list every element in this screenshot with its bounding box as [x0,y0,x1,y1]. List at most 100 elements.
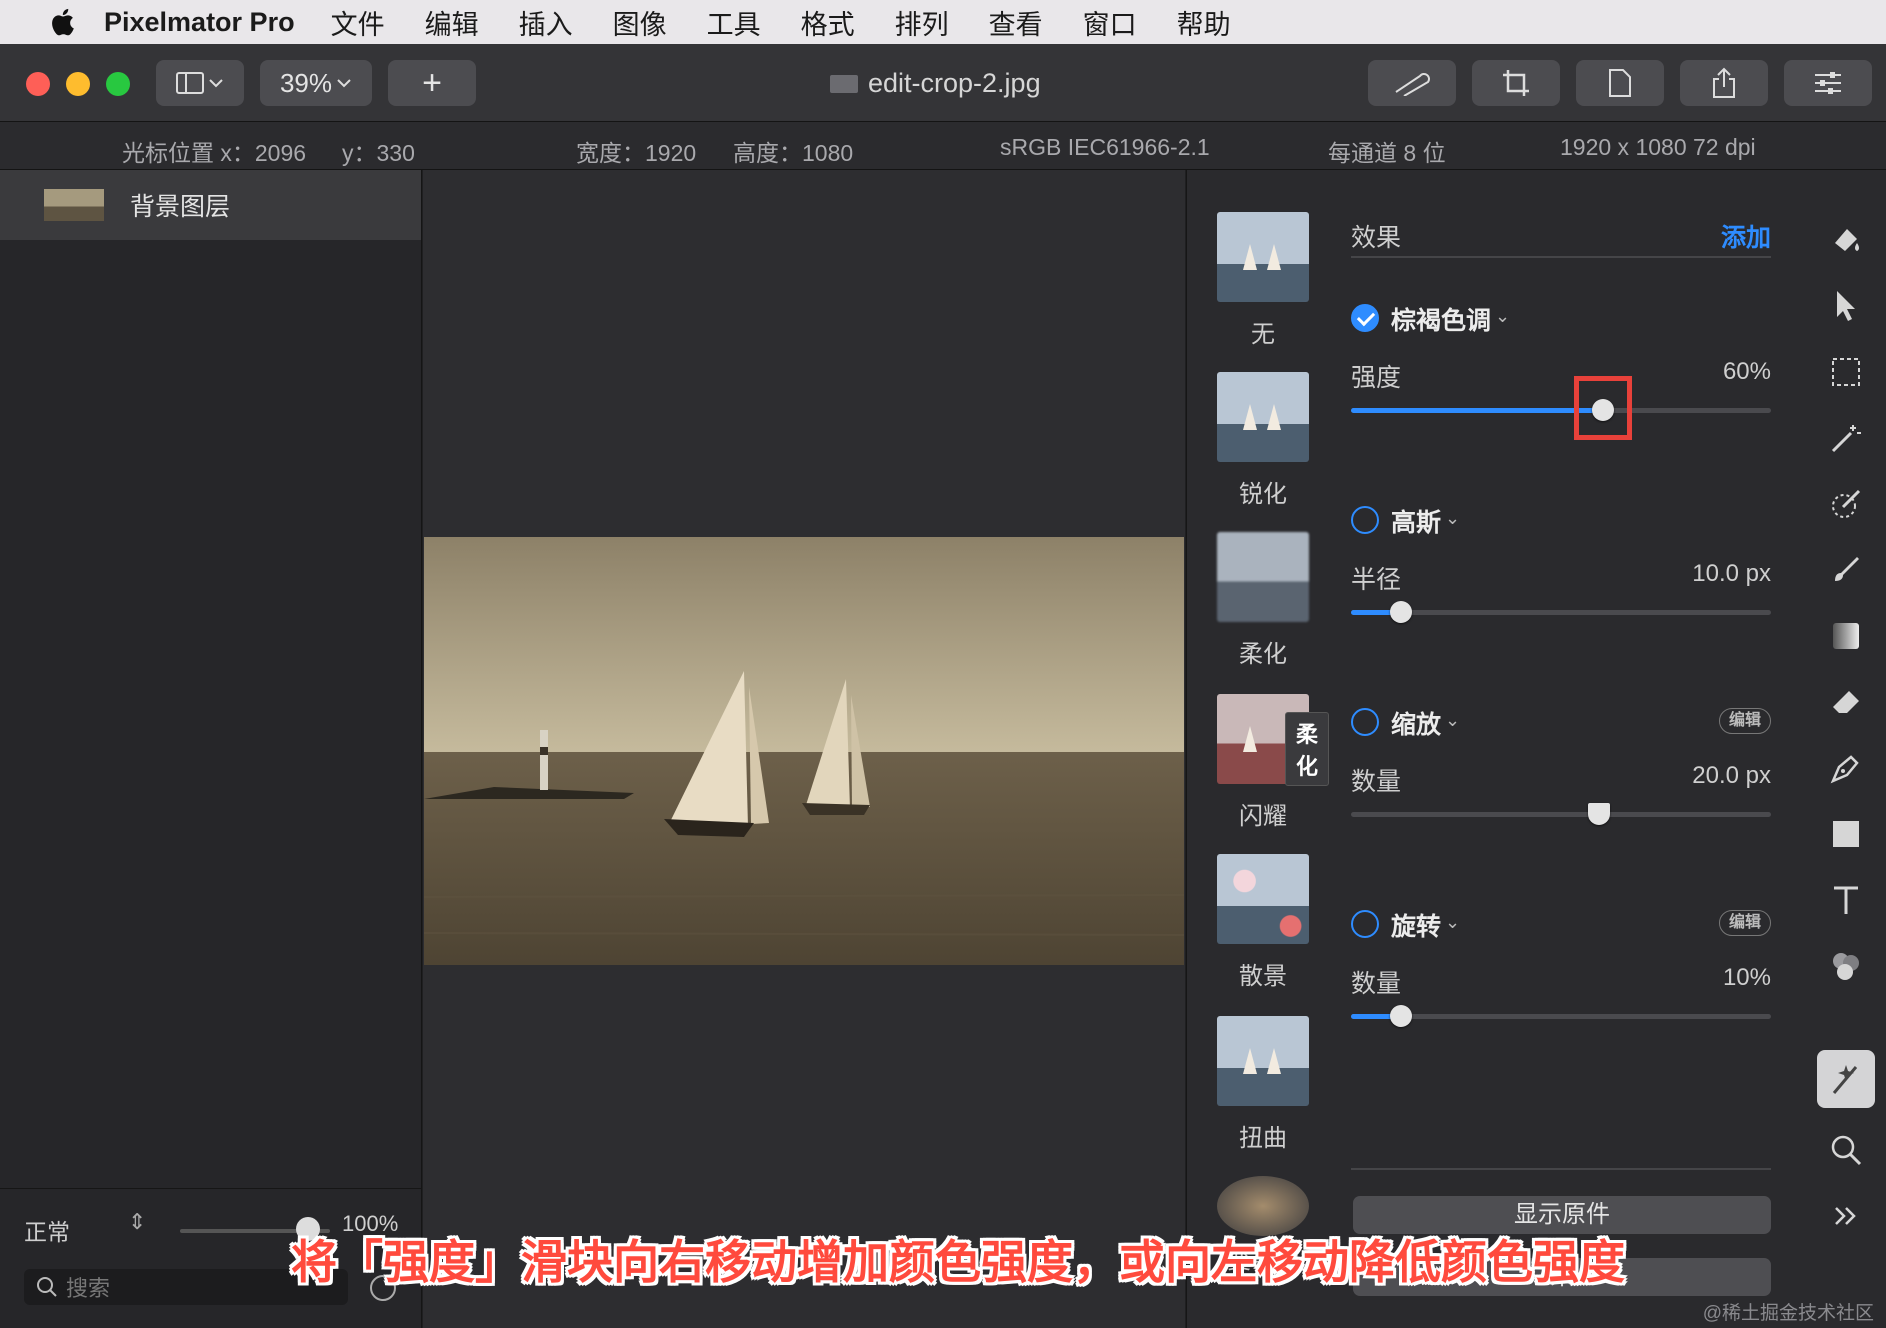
image-canvas[interactable] [423,170,1185,1328]
menu-image[interactable]: 图像 [613,3,667,42]
param-value[interactable]: 20.0 px [1692,762,1771,790]
watermark: @稀土掘金技术社区 [1702,1303,1874,1324]
preset-glow[interactable]: 闪耀 柔化 [1217,694,1330,831]
effect-gaussian: 高斯 ⌄ 半径 10.0 px [1351,506,1771,666]
effect-sepia: 棕褐色调 ⌄ 强度 60% [1351,304,1771,464]
shape-icon[interactable] [1822,810,1870,858]
bit-depth: 每通道 8 位 [1328,140,1446,166]
preset-distort[interactable]: 扭曲 [1217,1016,1309,1153]
pen-icon[interactable] [1822,744,1870,792]
apple-icon[interactable] [40,7,84,37]
preset-thumbnail [1217,854,1309,944]
brush-icon[interactable] [1822,546,1870,594]
menu-help[interactable]: 帮助 [1177,3,1231,42]
preset-label: 闪耀 [1239,803,1287,830]
color-profile: sRGB IEC61966-2.1 [1000,134,1210,160]
retouch-icon[interactable] [1822,480,1870,528]
chevron-down-icon [337,79,351,88]
fullscreen-window-button[interactable] [106,72,130,96]
chevron-down-icon[interactable]: ⌄ [1445,508,1460,529]
effect-name[interactable]: 棕褐色调 [1391,301,1491,337]
menu-format[interactable]: 格式 [801,3,855,42]
preset-label: 锐化 [1239,481,1287,508]
menu-arrange[interactable]: 排列 [895,3,949,42]
rect-select-icon[interactable] [1822,348,1870,396]
preset-none[interactable]: 无 [1217,212,1309,349]
eraser-icon[interactable] [1822,678,1870,726]
slider-knob[interactable] [1390,601,1413,623]
image-width: 宽度：1920 [576,140,697,166]
add-effect-button[interactable]: 添加 [1721,218,1771,254]
document-title: edit-crop-2.jpg [830,68,1041,99]
slider-knob[interactable] [1390,1005,1413,1027]
param-label: 数量 [1351,768,1402,796]
zoom-icon[interactable] [1822,1126,1870,1174]
menu-insert[interactable]: 插入 [519,3,573,42]
effect-name[interactable]: 缩放 [1391,705,1441,741]
crop-button[interactable] [1472,60,1560,106]
menu-window[interactable]: 窗口 [1083,3,1137,42]
effects-title: 效果 [1351,224,1402,252]
arrow-icon[interactable] [1822,282,1870,330]
format-panel-button[interactable] [1784,60,1872,106]
effect-toggle[interactable] [1351,304,1379,332]
close-window-button[interactable] [26,72,50,96]
layer-row[interactable]: 背景图层 [0,170,421,240]
magic-wand-icon[interactable] [1822,414,1870,462]
preset-label: 扭曲 [1239,1125,1287,1152]
menu-file[interactable]: 文件 [331,3,385,42]
effect-toggle[interactable] [1351,708,1379,736]
param-label: 半径 [1351,566,1402,594]
menu-edit[interactable]: 编辑 [425,3,479,42]
slider-knob[interactable] [1587,803,1610,825]
radius-slider[interactable] [1351,601,1771,623]
chevron-down-icon[interactable]: ⌄ [1445,912,1460,933]
repair-tool-button[interactable] [1368,60,1456,106]
crop-icon [1503,70,1529,96]
divider [1351,1168,1771,1170]
highlight-box [1574,376,1632,440]
param-value[interactable]: 10.0 px [1692,560,1771,588]
image-info-bar: 光标位置 x：2096 y：330 宽度：1920 高度：1080 sRGB I… [0,122,1886,170]
layers-sidebar: 背景图层 正常 ⇕ 100% 搜索 [0,170,422,1328]
intensity-slider[interactable] [1351,376,1771,440]
chevron-down-icon[interactable]: ⌄ [1445,710,1460,731]
paint-bucket-icon[interactable] [1822,216,1870,264]
param-value[interactable]: 60% [1723,358,1771,386]
color-adjust-icon[interactable] [1822,942,1870,990]
preset-thumbnail [1217,372,1309,462]
effects-icon[interactable] [1817,1050,1875,1108]
param-value[interactable]: 10% [1723,964,1771,992]
menu-view[interactable]: 查看 [989,3,1043,42]
gradient-icon[interactable] [1822,612,1870,660]
share-button[interactable] [1680,60,1768,106]
preset-sharpen[interactable]: 锐化 [1217,372,1309,509]
cursor-y: y：330 [342,140,415,166]
amount-slider[interactable] [1351,1005,1771,1027]
effect-name[interactable]: 高斯 [1391,503,1441,539]
effect-toggle[interactable] [1351,506,1379,534]
document-button[interactable] [1576,60,1664,106]
chevron-down-icon [209,79,223,88]
chevron-down-icon[interactable]: ⌄ [1495,306,1510,327]
sidebar-toggle-button[interactable] [156,60,244,106]
amount-slider[interactable] [1351,803,1771,825]
cursor-x: 光标位置 x：2096 [122,140,307,166]
effect-name[interactable]: 旋转 [1391,907,1441,943]
effect-toggle[interactable] [1351,910,1379,938]
minimize-window-button[interactable] [66,72,90,96]
layer-name: 背景图层 [130,193,231,221]
edit-button[interactable]: 编辑 [1719,708,1771,734]
preset-label: 无 [1251,321,1275,348]
text-icon[interactable] [1822,876,1870,924]
preset-thumbnail [1217,532,1309,622]
zoom-dropdown[interactable]: 39% [260,60,372,106]
edit-button[interactable]: 编辑 [1719,910,1771,936]
document-icon [1609,69,1631,97]
app-menu[interactable]: Pixelmator Pro [104,7,295,38]
preset-soften[interactable]: 柔化 [1217,532,1309,669]
menu-tools[interactable]: 工具 [707,3,761,42]
image-height: 高度：1080 [733,140,854,166]
add-button[interactable]: + [388,60,476,106]
preset-bokeh[interactable]: 散景 [1217,854,1309,991]
